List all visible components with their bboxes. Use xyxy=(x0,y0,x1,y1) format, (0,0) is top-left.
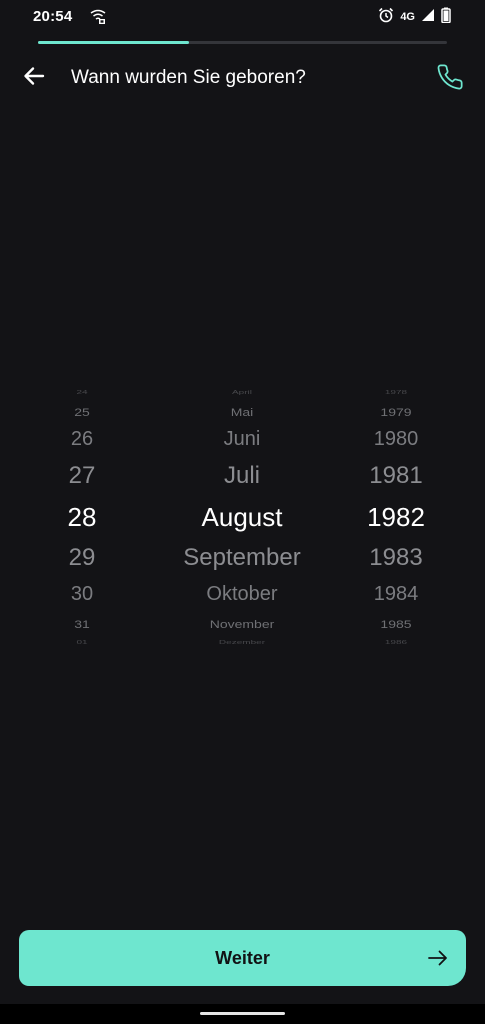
status-bar: 20:54 4G xyxy=(0,0,485,36)
back-button[interactable] xyxy=(18,62,50,94)
year-option[interactable]: 1981 xyxy=(346,464,446,488)
battery-icon xyxy=(441,7,451,28)
month-option-selected[interactable]: August xyxy=(152,504,332,530)
year-option[interactable]: 1984 xyxy=(346,584,446,604)
date-picker: 24 25 26 27 28 29 30 31 01 April Mai Jun… xyxy=(0,386,485,648)
birthdate-screen: 20:54 4G Wann wurden Sie geboren? 24 25 … xyxy=(0,0,485,1024)
page-title: Wann wurden Sie geboren? xyxy=(71,67,306,88)
day-option[interactable]: 31 xyxy=(32,618,132,629)
continue-button-label: Weiter xyxy=(215,948,270,968)
month-option[interactable]: Oktober xyxy=(152,584,332,604)
network-type: 4G xyxy=(400,11,415,23)
alarm-icon xyxy=(378,7,394,28)
year-option[interactable]: 1980 xyxy=(346,429,446,449)
year-option[interactable]: 1979 xyxy=(346,406,446,417)
month-option[interactable]: November xyxy=(152,618,332,629)
call-button[interactable] xyxy=(433,62,467,96)
day-option[interactable]: 27 xyxy=(32,464,132,488)
day-option[interactable]: 01 xyxy=(32,640,132,646)
year-option[interactable]: 1978 xyxy=(346,390,446,396)
month-option[interactable]: Dezember xyxy=(152,640,332,646)
month-option[interactable]: Juni xyxy=(152,429,332,449)
wifi-notification-icon xyxy=(90,9,106,25)
status-time: 20:54 xyxy=(33,8,73,25)
month-picker-wheel[interactable]: April Mai Juni Juli August September Okt… xyxy=(152,386,332,648)
day-option[interactable]: 30 xyxy=(32,584,132,604)
home-indicator[interactable] xyxy=(200,1012,285,1015)
day-picker-wheel[interactable]: 24 25 26 27 28 29 30 31 01 xyxy=(32,386,132,648)
year-option-selected[interactable]: 1982 xyxy=(346,504,446,530)
year-picker-wheel[interactable]: 1978 1979 1980 1981 1982 1983 1984 1985 … xyxy=(346,386,446,648)
navigation-bar xyxy=(0,1004,485,1024)
arrow-left-icon xyxy=(23,65,45,92)
day-option-selected[interactable]: 28 xyxy=(32,504,132,530)
signal-icon xyxy=(421,8,435,27)
continue-button[interactable]: Weiter xyxy=(19,930,466,986)
day-option[interactable]: 24 xyxy=(32,390,132,396)
day-option[interactable]: 26 xyxy=(32,429,132,449)
arrow-right-icon xyxy=(426,946,450,970)
progress-bar xyxy=(38,41,447,44)
status-icons: 4G xyxy=(378,7,451,28)
phone-icon xyxy=(436,63,464,96)
year-option[interactable]: 1985 xyxy=(346,618,446,629)
year-option[interactable]: 1986 xyxy=(346,640,446,646)
year-option[interactable]: 1983 xyxy=(346,546,446,570)
month-option[interactable]: April xyxy=(152,390,332,396)
month-option[interactable]: Juli xyxy=(152,464,332,488)
progress-bar-fill xyxy=(38,41,190,44)
month-option[interactable]: September xyxy=(152,546,332,570)
day-option[interactable]: 25 xyxy=(32,406,132,417)
day-option[interactable]: 29 xyxy=(32,546,132,570)
month-option[interactable]: Mai xyxy=(152,406,332,417)
